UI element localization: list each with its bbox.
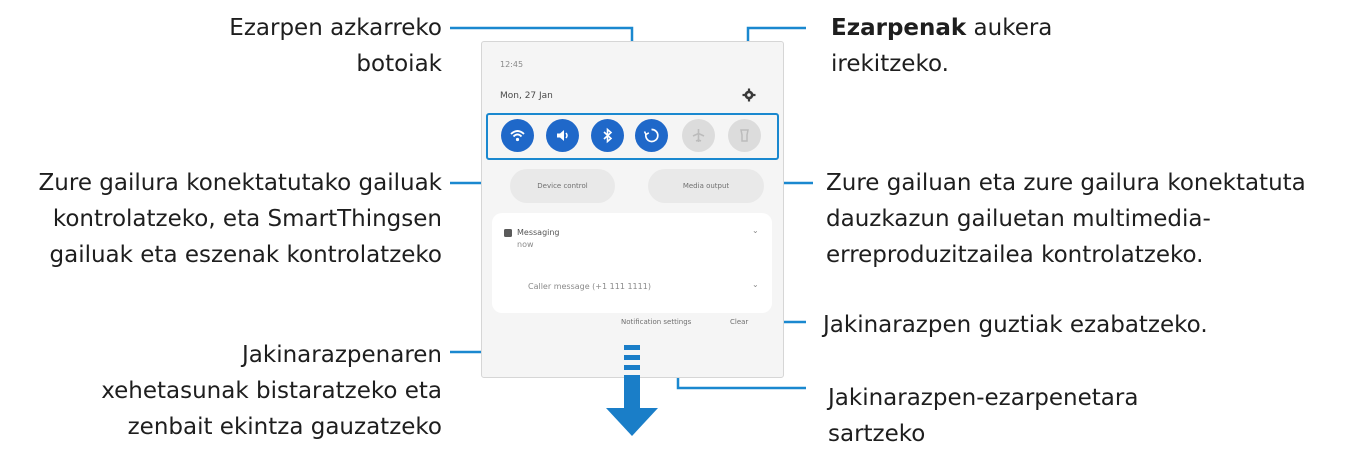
quick-settings-label-line2: botoiak xyxy=(356,51,442,77)
message-app-icon xyxy=(504,229,512,237)
status-time: 12:45 xyxy=(500,60,524,69)
clear-button[interactable]: Clear xyxy=(730,318,748,326)
device-control-label-line3: gailuak eta eszenak kontrolatzeko xyxy=(49,242,443,268)
settings-label-line2: irekitzeko. xyxy=(831,51,949,77)
device-control-label-line2: kontrolatzeko, eta SmartThingsen xyxy=(52,206,442,232)
notification-details-label-line3: zenbait ekintza gauzatzeko xyxy=(127,414,442,440)
notification-settings-label-line1: Jakinarazpen-ezarpenetara xyxy=(828,385,1139,411)
sound-icon[interactable] xyxy=(546,119,579,152)
notification-time: now xyxy=(517,240,534,249)
device-control-button[interactable]: Device control xyxy=(510,169,615,203)
notification-settings-button[interactable]: Notification settings xyxy=(621,318,691,326)
date-text: Mon, 27 Jan xyxy=(500,91,553,101)
media-control-label-line1: Zure gailuan eta zure gailura konektatut… xyxy=(826,170,1306,196)
notification-message: Caller message (+1 111 1111) xyxy=(528,282,651,291)
device-control-label: Zure gailura konektatutako gailuak kontr… xyxy=(39,165,442,273)
settings-label: Ezarpenak aukera irekitzeko. xyxy=(831,10,1052,82)
settings-label-rest: aukera xyxy=(966,15,1053,41)
notification-details-label-line1: Jakinarazpenaren xyxy=(242,342,442,368)
clear-all-label-line1: Jakinarazpen guztiak ezabatzeko. xyxy=(823,312,1208,338)
media-control-label-line3: erreproduzitzailea kontrolatzeko. xyxy=(826,242,1204,268)
quick-settings-label: Ezarpen azkarreko botoiak xyxy=(229,10,442,82)
auto-rotate-icon[interactable] xyxy=(635,119,668,152)
settings-label-line1: Ezarpenak aukera xyxy=(831,10,1052,46)
expand-icon[interactable]: ⌄ xyxy=(752,280,759,289)
clear-all-label: Jakinarazpen guztiak ezabatzeko. xyxy=(823,307,1208,343)
media-control-label-line2: dauzkazun gailuetan multimedia- xyxy=(826,206,1211,232)
gear-icon[interactable] xyxy=(742,88,756,102)
media-output-button-label: Media output xyxy=(682,182,730,190)
airplane-icon[interactable] xyxy=(682,119,715,152)
device-control-button-label: Device control xyxy=(537,182,588,190)
device-control-label-line1: Zure gailura konektatutako gailuak xyxy=(38,170,442,196)
notification-details-label: Jakinarazpenaren xehetasunak bistaratzek… xyxy=(101,337,442,445)
notification-settings-label: Jakinarazpen-ezarpenetara sartzeko xyxy=(828,380,1138,452)
settings-label-bold: Ezarpenak xyxy=(831,15,967,41)
swipe-down-arrow-icon xyxy=(606,345,658,436)
media-output-button[interactable]: Media output xyxy=(648,169,764,203)
notification-app-name: Messaging xyxy=(517,228,560,237)
media-control-label: Zure gailuan eta zure gailura konektatut… xyxy=(826,165,1306,273)
notification-settings-label-line2: sartzeko xyxy=(828,421,926,447)
bluetooth-icon[interactable] xyxy=(591,119,624,152)
wifi-icon[interactable] xyxy=(501,119,534,152)
flashlight-icon[interactable] xyxy=(728,119,761,152)
quick-settings-label-line1: Ezarpen azkarreko xyxy=(229,15,442,41)
notification-details-label-line2: xehetasunak bistaratzeko eta xyxy=(101,378,442,404)
chevron-down-icon[interactable]: ⌄ xyxy=(752,226,759,235)
